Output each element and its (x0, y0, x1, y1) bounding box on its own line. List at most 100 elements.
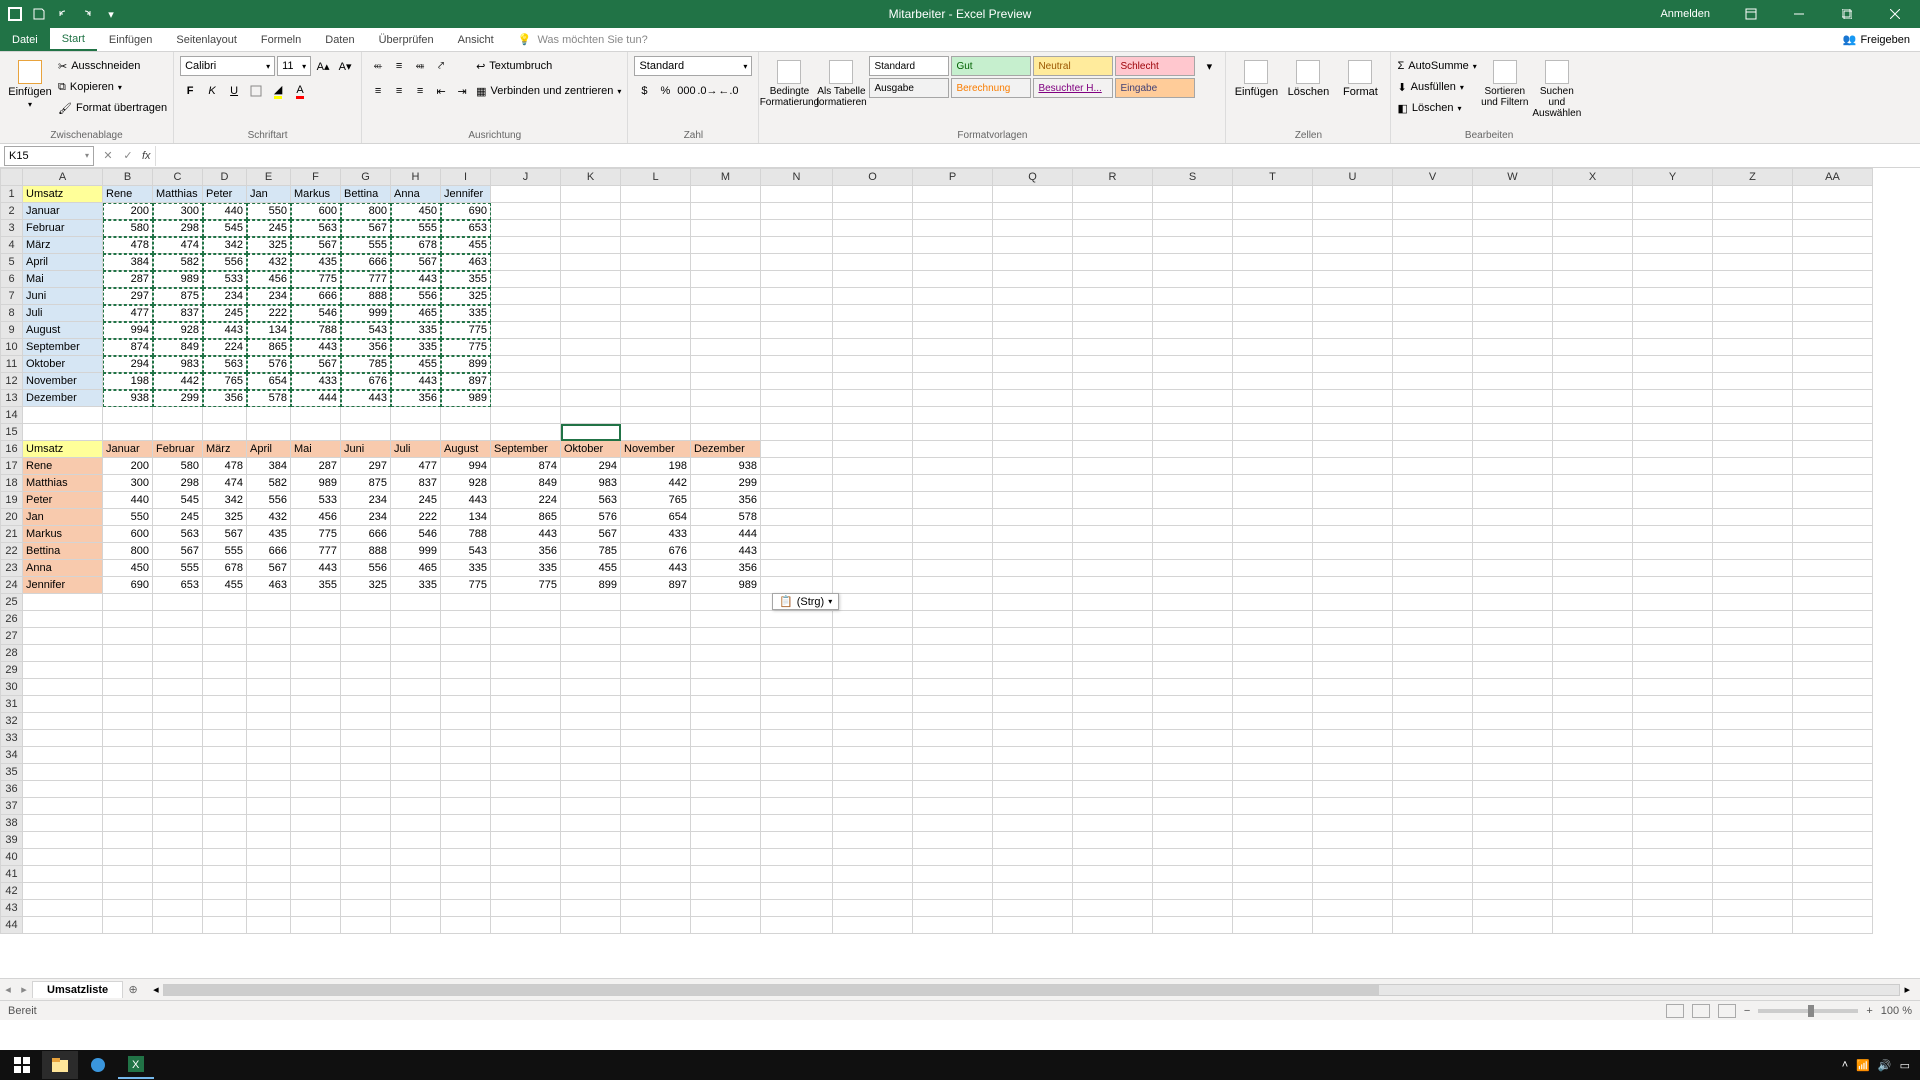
cell[interactable] (1153, 441, 1233, 458)
cell[interactable] (1393, 373, 1473, 390)
cell[interactable] (833, 543, 913, 560)
spreadsheet-grid[interactable]: ABCDEFGHIJKLMNOPQRSTUVWXYZAA1UmsatzReneM… (0, 168, 1920, 978)
cell[interactable] (913, 560, 993, 577)
cell[interactable] (1233, 356, 1313, 373)
cell[interactable] (1233, 577, 1313, 594)
cell[interactable] (993, 696, 1073, 713)
cell[interactable] (993, 747, 1073, 764)
cell[interactable] (1793, 713, 1873, 730)
cell[interactable] (341, 781, 391, 798)
cell[interactable] (691, 849, 761, 866)
cell[interactable] (561, 764, 621, 781)
cell[interactable] (1553, 577, 1633, 594)
cell[interactable] (1633, 866, 1713, 883)
cell[interactable] (1473, 492, 1553, 509)
cell[interactable] (1153, 815, 1233, 832)
cell[interactable]: 999 (391, 543, 441, 560)
cell[interactable]: 234 (341, 492, 391, 509)
cell[interactable] (1153, 492, 1233, 509)
row-header[interactable]: 23 (1, 560, 23, 577)
cell[interactable] (1793, 254, 1873, 271)
tab-review[interactable]: Überprüfen (367, 28, 446, 51)
cell[interactable]: 325 (441, 288, 491, 305)
cell[interactable] (441, 917, 491, 934)
cell[interactable] (833, 679, 913, 696)
cell[interactable]: 443 (441, 492, 491, 509)
row-header[interactable]: 33 (1, 730, 23, 747)
cell[interactable] (1313, 849, 1393, 866)
cell[interactable] (1313, 322, 1393, 339)
cell[interactable] (833, 390, 913, 407)
cell[interactable] (1473, 407, 1553, 424)
cell[interactable] (691, 815, 761, 832)
fx-icon[interactable]: fx (138, 150, 155, 162)
cell[interactable] (391, 645, 441, 662)
cell[interactable] (1313, 594, 1393, 611)
cell[interactable]: 356 (391, 390, 441, 407)
cell[interactable] (1153, 645, 1233, 662)
cell[interactable] (1393, 713, 1473, 730)
font-size-select[interactable]: 11▾ (277, 56, 311, 76)
cell[interactable]: 444 (691, 526, 761, 543)
cell[interactable] (441, 730, 491, 747)
style-gut[interactable]: Gut (951, 56, 1031, 76)
cell[interactable] (833, 509, 913, 526)
cell[interactable] (1233, 849, 1313, 866)
cell[interactable] (1153, 832, 1233, 849)
cell[interactable] (23, 424, 103, 441)
cell[interactable]: Juni (23, 288, 103, 305)
row-header[interactable]: 22 (1, 543, 23, 560)
cell[interactable] (621, 288, 691, 305)
cell[interactable] (691, 900, 761, 917)
cell[interactable] (993, 594, 1073, 611)
cell[interactable] (691, 373, 761, 390)
cell[interactable] (1233, 475, 1313, 492)
cell[interactable]: 576 (247, 356, 291, 373)
cell[interactable] (491, 713, 561, 730)
cell[interactable] (491, 883, 561, 900)
cell[interactable] (561, 237, 621, 254)
cell[interactable]: 654 (247, 373, 291, 390)
cell[interactable] (1313, 900, 1393, 917)
cell[interactable] (621, 747, 691, 764)
cell[interactable] (1473, 883, 1553, 900)
cell[interactable] (561, 288, 621, 305)
cell[interactable] (691, 645, 761, 662)
cell[interactable] (1793, 424, 1873, 441)
row-header[interactable]: 28 (1, 645, 23, 662)
cell[interactable] (691, 594, 761, 611)
cell[interactable] (1553, 305, 1633, 322)
cell[interactable]: Bettina (341, 186, 391, 203)
tab-data[interactable]: Daten (313, 28, 366, 51)
cell[interactable] (291, 611, 341, 628)
cell[interactable] (1633, 679, 1713, 696)
cell[interactable] (1153, 288, 1233, 305)
row-header[interactable]: 18 (1, 475, 23, 492)
cell[interactable] (1793, 594, 1873, 611)
cell[interactable] (1553, 407, 1633, 424)
cell[interactable] (203, 747, 247, 764)
horizontal-scrollbar[interactable]: ◂▸ (143, 983, 1920, 996)
col-header[interactable]: T (1233, 169, 1313, 186)
cell[interactable] (1553, 866, 1633, 883)
cell[interactable]: 897 (621, 577, 691, 594)
row-header[interactable]: 13 (1, 390, 23, 407)
cell[interactable] (1633, 203, 1713, 220)
cell[interactable]: 874 (103, 339, 153, 356)
cell[interactable]: 325 (203, 509, 247, 526)
cell[interactable] (761, 815, 833, 832)
cell[interactable] (1073, 560, 1153, 577)
cell[interactable] (1233, 390, 1313, 407)
cell[interactable] (1393, 917, 1473, 934)
cell[interactable] (153, 628, 203, 645)
col-header[interactable]: F (291, 169, 341, 186)
cell[interactable] (833, 305, 913, 322)
cell[interactable]: November (621, 441, 691, 458)
cell[interactable]: 474 (153, 237, 203, 254)
cell[interactable]: 443 (291, 339, 341, 356)
cell[interactable] (1633, 713, 1713, 730)
cell[interactable]: 456 (247, 271, 291, 288)
cell[interactable] (913, 373, 993, 390)
cell[interactable] (1553, 611, 1633, 628)
cell[interactable] (1793, 356, 1873, 373)
